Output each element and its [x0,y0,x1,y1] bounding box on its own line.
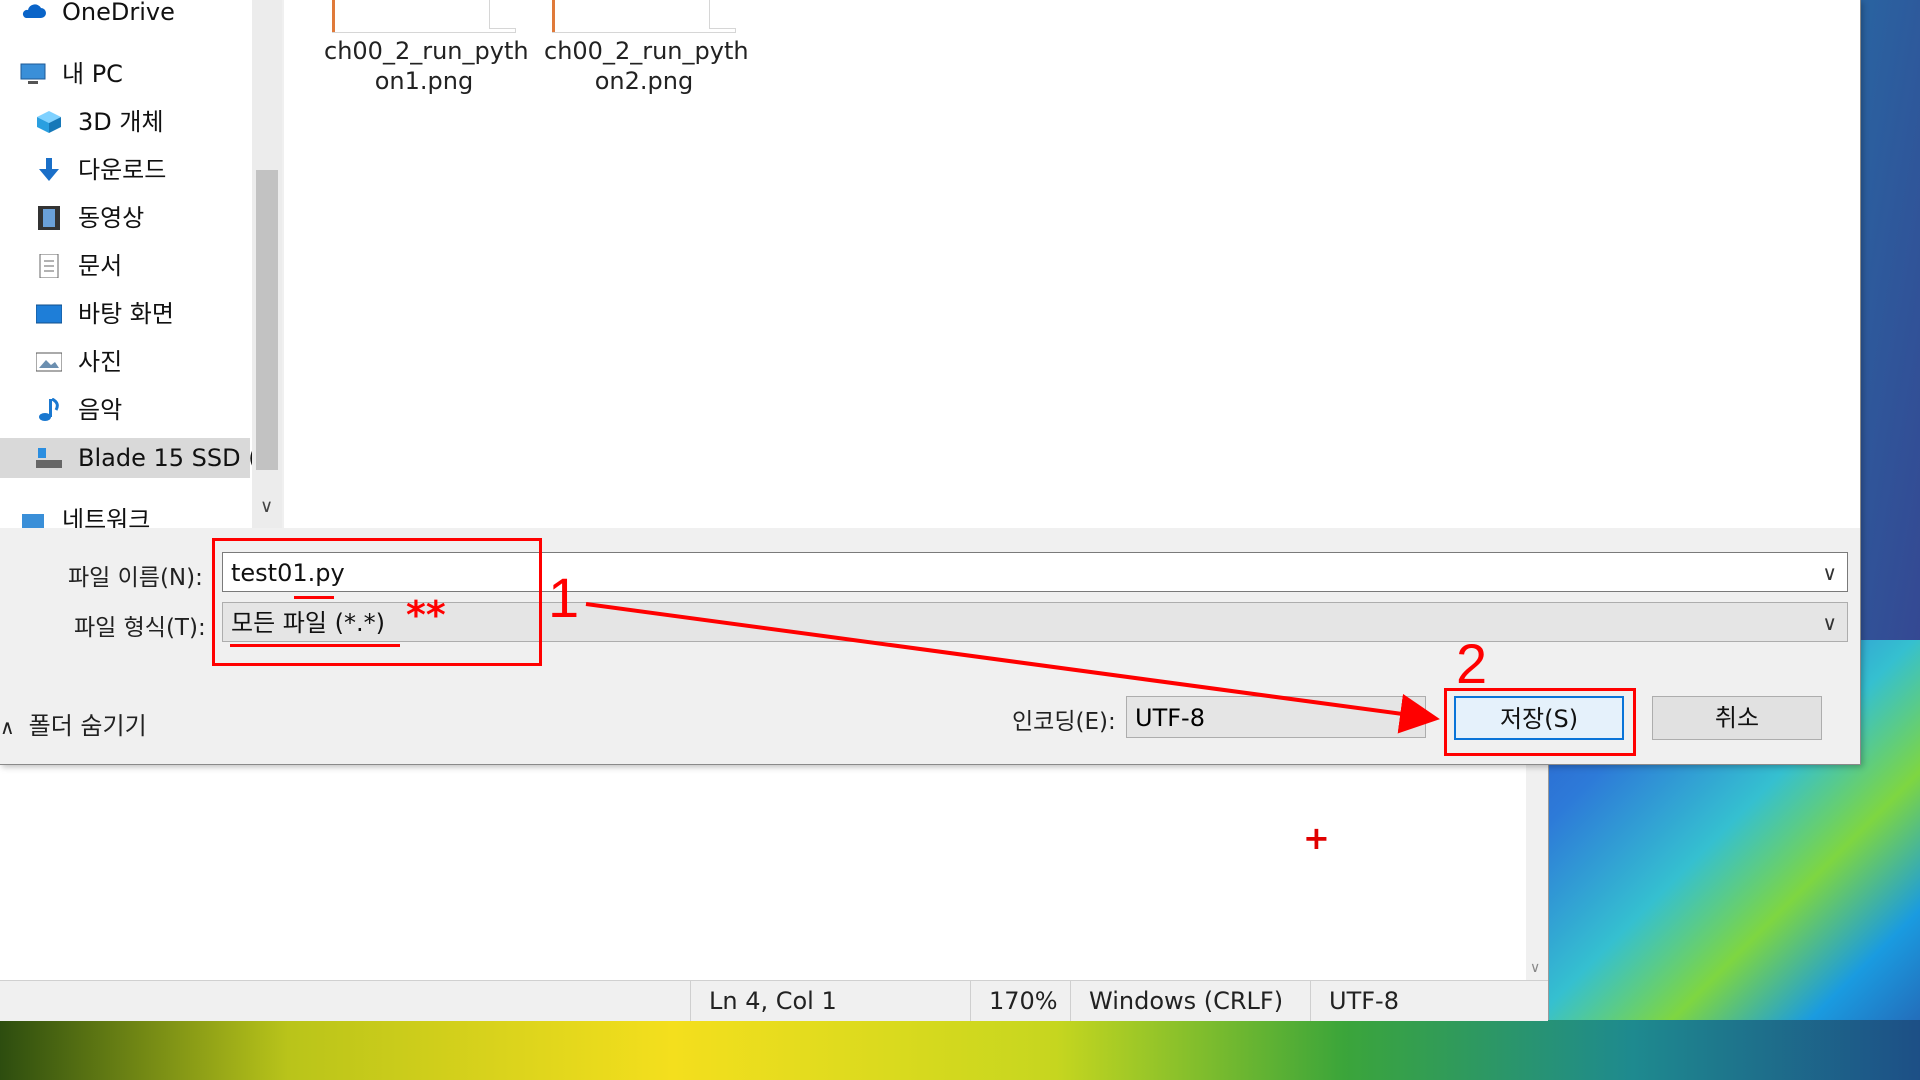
notepad-editor[interactable]: ∨ [0,740,1549,1020]
annotation-step-1: 1 [548,566,580,629]
nav-item-desktop[interactable]: 바탕 화면 [0,294,250,334]
nav-scrollbar[interactable]: ∨ [252,0,282,528]
nav-label: 네트워크 [62,506,151,528]
status-line-endings: Windows (CRLF) [1070,981,1299,1021]
file-name-text: ch00_2_run_pyth on1.png [324,37,529,95]
annotation-underline [230,644,400,647]
nav-item-videos[interactable]: 동영상 [0,198,250,238]
annotation-step-2: 2 [1456,632,1488,695]
annotation-plus: + [1303,819,1330,857]
encoding-select[interactable]: UTF-8 [1126,696,1426,738]
nav-item-network[interactable]: 네트워크 [0,500,250,528]
cloud-icon [22,4,46,18]
status-bar: Ln 4, Col 1 170% Windows (CRLF) UTF-8 [0,980,1548,1021]
chevron-down-icon[interactable]: ∨ [260,496,273,517]
nav-label: 사진 [78,348,123,376]
vertical-scrollbar[interactable]: ∨ [1526,740,1548,980]
file-list-pane: ch00_2_run_pyth on1.png ch00_2_run_pyth … [284,0,1860,528]
nav-label: 동영상 [78,204,145,232]
hide-folders-toggle[interactable]: ∧ 폴더 숨기기 [0,706,147,741]
nav-item-pictures[interactable]: 사진 [0,342,250,382]
wallpaper-band [0,1020,1920,1080]
file-thumbnail[interactable] [332,0,516,33]
chevron-down-icon[interactable]: ∨ [1530,960,1540,976]
nav-label: 바탕 화면 [78,300,174,328]
nav-label: 문서 [78,252,123,280]
annotation-stars: ** [406,593,446,637]
chevron-down-icon[interactable]: ∨ [1822,553,1837,593]
thumbnail-corner [709,0,736,29]
thumbnail-edge [332,0,335,32]
status-position: Ln 4, Col 1 [690,981,949,1021]
network-icon [22,514,44,528]
file-name-text: ch00_2_run_pyth on2.png [544,37,749,95]
thumbnail-corner [489,0,516,29]
nav-label: 내 PC [62,60,123,88]
nav-item-documents[interactable]: 문서 [0,246,250,286]
nav-item-drive[interactable]: Blade 15 SSD (C [0,438,274,478]
drive-icon [36,448,62,468]
nav-label: Blade 15 SSD (C [78,444,275,472]
navigation-pane: OneDrive 내 PC 3D 개체 다운로드 동영상 문서 바탕 화면 사진… [0,0,282,528]
nav-label: 3D 개체 [78,108,164,136]
nav-item-downloads[interactable]: 다운로드 [0,150,250,190]
picture-icon [36,352,62,372]
filetype-label: 파일 형식(T): [74,615,206,641]
cube-icon [37,111,61,133]
chevron-up-icon: ∧ [0,715,15,739]
filename-label: 파일 이름(N): [68,565,203,591]
film-icon [38,206,60,230]
document-icon [39,254,59,278]
download-arrow-icon [39,158,59,181]
nav-item-3d-objects[interactable]: 3D 개체 [0,102,250,142]
encoding-label: 인코딩(E): [1012,709,1116,735]
desktop-icon [36,304,62,324]
thumbnail-edge [552,0,555,32]
nav-item-my-pc[interactable]: 내 PC [0,54,250,94]
hide-folders-label: 폴더 숨기기 [28,712,147,740]
nav-item-onedrive[interactable]: OneDrive [0,0,250,32]
nav-label: 음악 [78,396,123,424]
file-thumbnail[interactable] [552,0,736,33]
nav-label: OneDrive [62,0,175,26]
cancel-button[interactable]: 취소 [1652,696,1822,740]
computer-icon [20,63,46,84]
file-name[interactable]: ch00_2_run_pyth on1.png [324,36,529,96]
status-encoding: UTF-8 [1310,981,1509,1021]
annotation-box-2 [1444,688,1636,756]
file-name[interactable]: ch00_2_run_pyth on2.png [544,36,749,96]
nav-label: 다운로드 [78,156,167,184]
chevron-down-icon[interactable]: ∨ [1822,603,1837,643]
annotation-underline [294,596,334,599]
music-note-icon [39,398,59,421]
encoding-value: UTF-8 [1135,704,1205,732]
nav-item-music[interactable]: 음악 [0,390,250,430]
scrollbar-thumb[interactable] [256,170,278,470]
